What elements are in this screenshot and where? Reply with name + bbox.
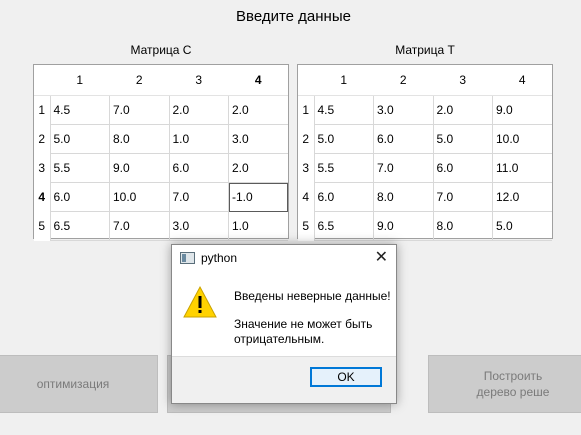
column-header[interactable]: 2 <box>109 65 169 96</box>
table-cell[interactable]: 3.0 <box>168 211 229 241</box>
table-cell[interactable]: 8.0 <box>373 182 433 212</box>
matrix-t-label: Матрица Т <box>395 43 455 57</box>
dialog-message-main: Введены неверные данные! <box>234 289 391 303</box>
table-cell[interactable]: 3.0 <box>228 124 288 154</box>
table-cell[interactable]: 10.0 <box>492 124 552 154</box>
table-row: 3 5.5 7.0 6.0 11.0 <box>298 153 552 183</box>
row-header[interactable]: 2 <box>34 124 50 154</box>
table-cell[interactable]: 7.0 <box>109 211 169 241</box>
table-cell[interactable]: 11.0 <box>492 153 552 183</box>
table-cell[interactable]: 6.0 <box>373 124 433 154</box>
build-tree-button[interactable]: Построить дерево реше <box>428 355 581 413</box>
table-cell[interactable]: 7.0 <box>168 182 229 212</box>
dialog-message-detail: Значение не может быть отрицательным. <box>234 317 373 346</box>
table-cell[interactable]: 10.0 <box>109 182 169 212</box>
header-row: 1 2 3 4 <box>34 65 288 96</box>
dialog-footer: OK <box>172 356 396 403</box>
row-header[interactable]: 5 <box>34 211 50 241</box>
table-cell[interactable]: 4.5 <box>313 95 374 125</box>
close-icon[interactable]: ✕ <box>375 248 388 268</box>
optimization-button-label: оптимизация <box>36 377 110 391</box>
table-cell[interactable]: 6.0 <box>168 153 229 183</box>
table-cell[interactable]: 5.5 <box>313 153 374 183</box>
table-cell[interactable]: 4.5 <box>49 95 110 125</box>
column-header[interactable]: 4 <box>492 65 552 96</box>
table-cell[interactable]: 1.0 <box>228 211 288 241</box>
table-cell[interactable]: 6.0 <box>313 182 374 212</box>
column-header[interactable]: 3 <box>169 65 229 96</box>
table-row: 5 6.5 7.0 3.0 1.0 <box>34 211 288 241</box>
table-cell[interactable]: 6.0 <box>49 182 110 212</box>
optimization-button[interactable]: оптимизация <box>0 355 158 413</box>
table-row: 3 5.5 9.0 6.0 2.0 <box>34 153 288 183</box>
table-cell[interactable]: 5.0 <box>492 211 552 241</box>
table-cell[interactable]: 9.0 <box>109 153 169 183</box>
row-header[interactable]: 3 <box>34 153 50 183</box>
table-cell-current[interactable]: -1.0 <box>228 182 288 212</box>
corner-cell[interactable] <box>298 65 314 96</box>
table-row: 4 6.0 10.0 7.0 -1.0 <box>34 182 288 212</box>
table-cell[interactable]: 8.0 <box>432 211 493 241</box>
table-cell[interactable]: 2.0 <box>432 95 493 125</box>
column-header[interactable]: 4 <box>228 65 288 96</box>
table-cell[interactable]: 5.0 <box>49 124 110 154</box>
table-row: 4 6.0 8.0 7.0 12.0 <box>298 182 552 212</box>
table-cell[interactable]: 7.0 <box>432 182 493 212</box>
column-header[interactable]: 1 <box>50 65 110 96</box>
row-header[interactable]: 5 <box>298 211 314 241</box>
table-cell[interactable]: 2.0 <box>168 95 229 125</box>
table-cell[interactable]: 12.0 <box>492 182 552 212</box>
table-row: 2 5.0 6.0 5.0 10.0 <box>298 124 552 154</box>
corner-cell[interactable] <box>34 65 50 96</box>
table-cell[interactable]: 2.0 <box>228 95 288 125</box>
column-header[interactable]: 2 <box>373 65 433 96</box>
table-cell[interactable]: 1.0 <box>168 124 229 154</box>
ok-button[interactable]: OK <box>310 367 382 387</box>
table-cell[interactable]: 6.0 <box>432 153 493 183</box>
table-cell[interactable]: 9.0 <box>373 211 433 241</box>
column-header[interactable]: 3 <box>433 65 493 96</box>
table-cell[interactable]: 7.0 <box>109 95 169 125</box>
warning-icon <box>183 285 217 318</box>
table-cell[interactable]: 2.0 <box>228 153 288 183</box>
column-header[interactable]: 1 <box>314 65 374 96</box>
matrix-c-label: Матрица С <box>130 43 192 57</box>
table-row: 5 6.5 9.0 8.0 5.0 <box>298 211 552 241</box>
table-cell[interactable]: 5.0 <box>432 124 493 154</box>
dialog-title: python <box>201 251 238 265</box>
table-cell[interactable]: 9.0 <box>492 95 552 125</box>
python-window-icon <box>180 252 195 264</box>
row-header[interactable]: 1 <box>298 95 314 125</box>
error-dialog: python ✕ Введены неверные данные! Значен… <box>171 244 397 404</box>
row-header[interactable]: 4 <box>298 182 314 212</box>
header-row: 1 2 3 4 <box>298 65 552 96</box>
matrix-c-table[interactable]: 1 2 3 4 1 4.5 7.0 2.0 2.0 2 5.0 8.0 1.0 … <box>33 64 289 241</box>
table-row: 1 4.5 3.0 2.0 9.0 <box>298 95 552 125</box>
row-header[interactable]: 1 <box>34 95 50 125</box>
table-cell[interactable]: 6.5 <box>313 211 374 241</box>
table-cell[interactable]: 3.0 <box>373 95 433 125</box>
build-tree-label-line1: Построить <box>483 369 543 383</box>
dialog-title-bar[interactable]: python ✕ <box>172 245 396 273</box>
page-title: Введите данные <box>236 8 351 25</box>
row-header[interactable]: 3 <box>298 153 314 183</box>
table-cell[interactable]: 7.0 <box>373 153 433 183</box>
table-row: 1 4.5 7.0 2.0 2.0 <box>34 95 288 125</box>
matrix-t-table[interactable]: 1 2 3 4 1 4.5 3.0 2.0 9.0 2 5.0 6.0 5.0 … <box>297 64 553 241</box>
table-cell[interactable]: 6.5 <box>49 211 110 241</box>
table-cell[interactable]: 8.0 <box>109 124 169 154</box>
row-header[interactable]: 2 <box>298 124 314 154</box>
table-cell[interactable]: 5.0 <box>313 124 374 154</box>
table-cell[interactable]: 5.5 <box>49 153 110 183</box>
table-row: 2 5.0 8.0 1.0 3.0 <box>34 124 288 154</box>
row-header[interactable]: 4 <box>34 182 50 212</box>
build-tree-label-line2: дерево реше <box>476 385 550 399</box>
